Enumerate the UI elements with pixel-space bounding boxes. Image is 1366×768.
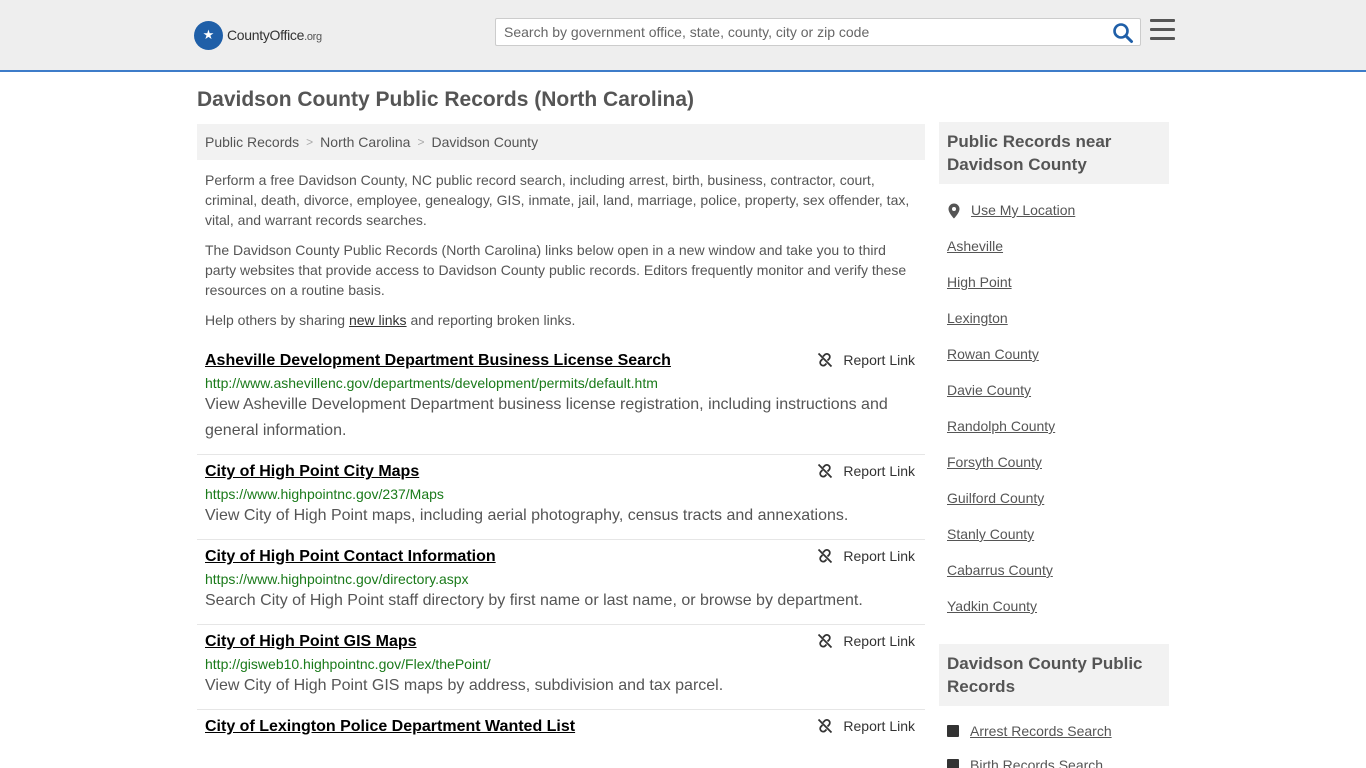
broken-link-icon <box>818 633 833 649</box>
record-title-link[interactable]: City of High Point City Maps <box>205 461 917 482</box>
breadcrumb-separator-icon: > <box>417 135 425 149</box>
report-link-label: Report Link <box>843 548 915 564</box>
logo-text: CountyOffice <box>227 27 305 43</box>
breadcrumb: Public Records > North Carolina > Davids… <box>197 124 925 160</box>
sidebar-link-lexington[interactable]: Lexington <box>947 308 1167 344</box>
sidebar-link-guilford-county[interactable]: Guilford County <box>947 488 1167 524</box>
seal-icon: ★ <box>194 20 223 50</box>
logo-tld: .org <box>304 31 322 43</box>
record-description: View City of High Point GIS maps by addr… <box>205 677 724 694</box>
broken-link-icon <box>818 548 833 564</box>
record-item: City of High Point GIS Maps http://giswe… <box>197 625 925 710</box>
broken-link-icon <box>818 718 833 734</box>
breadcrumb-davidson-county[interactable]: Davidson County <box>431 134 538 150</box>
search-box <box>495 18 1141 46</box>
breadcrumb-north-carolina[interactable]: North Carolina <box>320 134 410 150</box>
search-icon[interactable] <box>1112 22 1134 44</box>
search-input[interactable] <box>496 19 1106 45</box>
square-bullet-icon <box>947 759 959 768</box>
sidebar-link-randolph-county[interactable]: Randolph County <box>947 416 1167 452</box>
sidebar-link-arrest-records[interactable]: Arrest Records Search <box>970 723 1112 739</box>
page-title: Davidson County Public Records (North Ca… <box>197 88 695 111</box>
site-logo[interactable]: ★ CountyOffice.org <box>194 20 322 50</box>
sidebar-link-cabarrus-county[interactable]: Cabarrus County <box>947 560 1167 596</box>
sidebar-link-stanly-county[interactable]: Stanly County <box>947 524 1167 560</box>
map-pin-icon <box>948 203 960 219</box>
record-description: Search City of High Point staff director… <box>205 592 863 609</box>
sidebar-link-yadkin-county[interactable]: Yadkin County <box>947 596 1167 632</box>
report-link-label: Report Link <box>843 352 915 368</box>
intro-paragraph-2: The Davidson County Public Records (Nort… <box>205 242 907 298</box>
report-link-label: Report Link <box>843 463 915 479</box>
breadcrumb-public-records[interactable]: Public Records <box>205 134 299 150</box>
record-url: https://www.highpointnc.gov/directory.as… <box>205 571 469 587</box>
record-title-link[interactable]: City of High Point Contact Information <box>205 546 917 567</box>
use-my-location-link[interactable]: Use My Location <box>947 200 1167 236</box>
top-header: ★ CountyOffice.org <box>0 0 1366 72</box>
record-title-link[interactable]: Asheville Development Department Busines… <box>205 350 917 371</box>
record-url: https://www.highpointnc.gov/237/Maps <box>205 486 444 502</box>
intro-paragraph-1: Perform a free Davidson County, NC publi… <box>205 172 910 228</box>
record-description: View Asheville Development Department bu… <box>205 396 888 439</box>
sidebar-county-records-list: Arrest Records Search Birth Records Sear… <box>947 714 1167 768</box>
list-item: Arrest Records Search <box>947 714 1167 748</box>
report-link-button[interactable]: Report Link <box>817 352 915 368</box>
hamburger-menu-icon[interactable] <box>1150 19 1176 43</box>
report-link-button[interactable]: Report Link <box>817 463 915 479</box>
sidebar-link-forsyth-county[interactable]: Forsyth County <box>947 452 1167 488</box>
record-item: Asheville Development Department Busines… <box>197 344 925 455</box>
report-link-label: Report Link <box>843 718 915 734</box>
sidebar-heading-nearby: Public Records near Davidson County <box>939 122 1169 184</box>
broken-link-icon <box>818 352 833 368</box>
sidebar-link-birth-records[interactable]: Birth Records Search <box>970 757 1103 768</box>
report-link-button[interactable]: Report Link <box>817 718 915 734</box>
report-link-label: Report Link <box>843 633 915 649</box>
record-description: View City of High Point maps, including … <box>205 507 849 524</box>
record-item: City of High Point City Maps https://www… <box>197 455 925 540</box>
sidebar-heading-county-records: Davidson County Public Records <box>939 644 1169 706</box>
record-title-link[interactable]: City of High Point GIS Maps <box>205 631 917 652</box>
intro-paragraph-3: Help others by sharing new links and rep… <box>205 312 576 328</box>
new-links-link[interactable]: new links <box>349 312 407 328</box>
square-bullet-icon <box>947 725 959 737</box>
sidebar-link-high-point[interactable]: High Point <box>947 272 1167 308</box>
broken-link-icon <box>818 463 833 479</box>
intro-text: Perform a free Davidson County, NC publi… <box>205 170 920 340</box>
record-item: City of Lexington Police Department Want… <box>197 710 925 747</box>
report-link-button[interactable]: Report Link <box>817 633 915 649</box>
sidebar-link-davie-county[interactable]: Davie County <box>947 380 1167 416</box>
report-link-button[interactable]: Report Link <box>817 548 915 564</box>
sidebar-nearby-list: Use My Location Asheville High Point Lex… <box>947 200 1167 632</box>
record-url: http://gisweb10.highpointnc.gov/Flex/the… <box>205 656 491 672</box>
record-title-link[interactable]: City of Lexington Police Department Want… <box>205 716 917 737</box>
sidebar-link-rowan-county[interactable]: Rowan County <box>947 344 1167 380</box>
breadcrumb-separator-icon: > <box>306 135 314 149</box>
sidebar-link-asheville[interactable]: Asheville <box>947 236 1167 272</box>
record-item: City of High Point Contact Information h… <box>197 540 925 625</box>
list-item: Birth Records Search <box>947 748 1167 768</box>
record-url: http://www.ashevillenc.gov/departments/d… <box>205 375 658 391</box>
records-list: Asheville Development Department Busines… <box>197 344 925 747</box>
